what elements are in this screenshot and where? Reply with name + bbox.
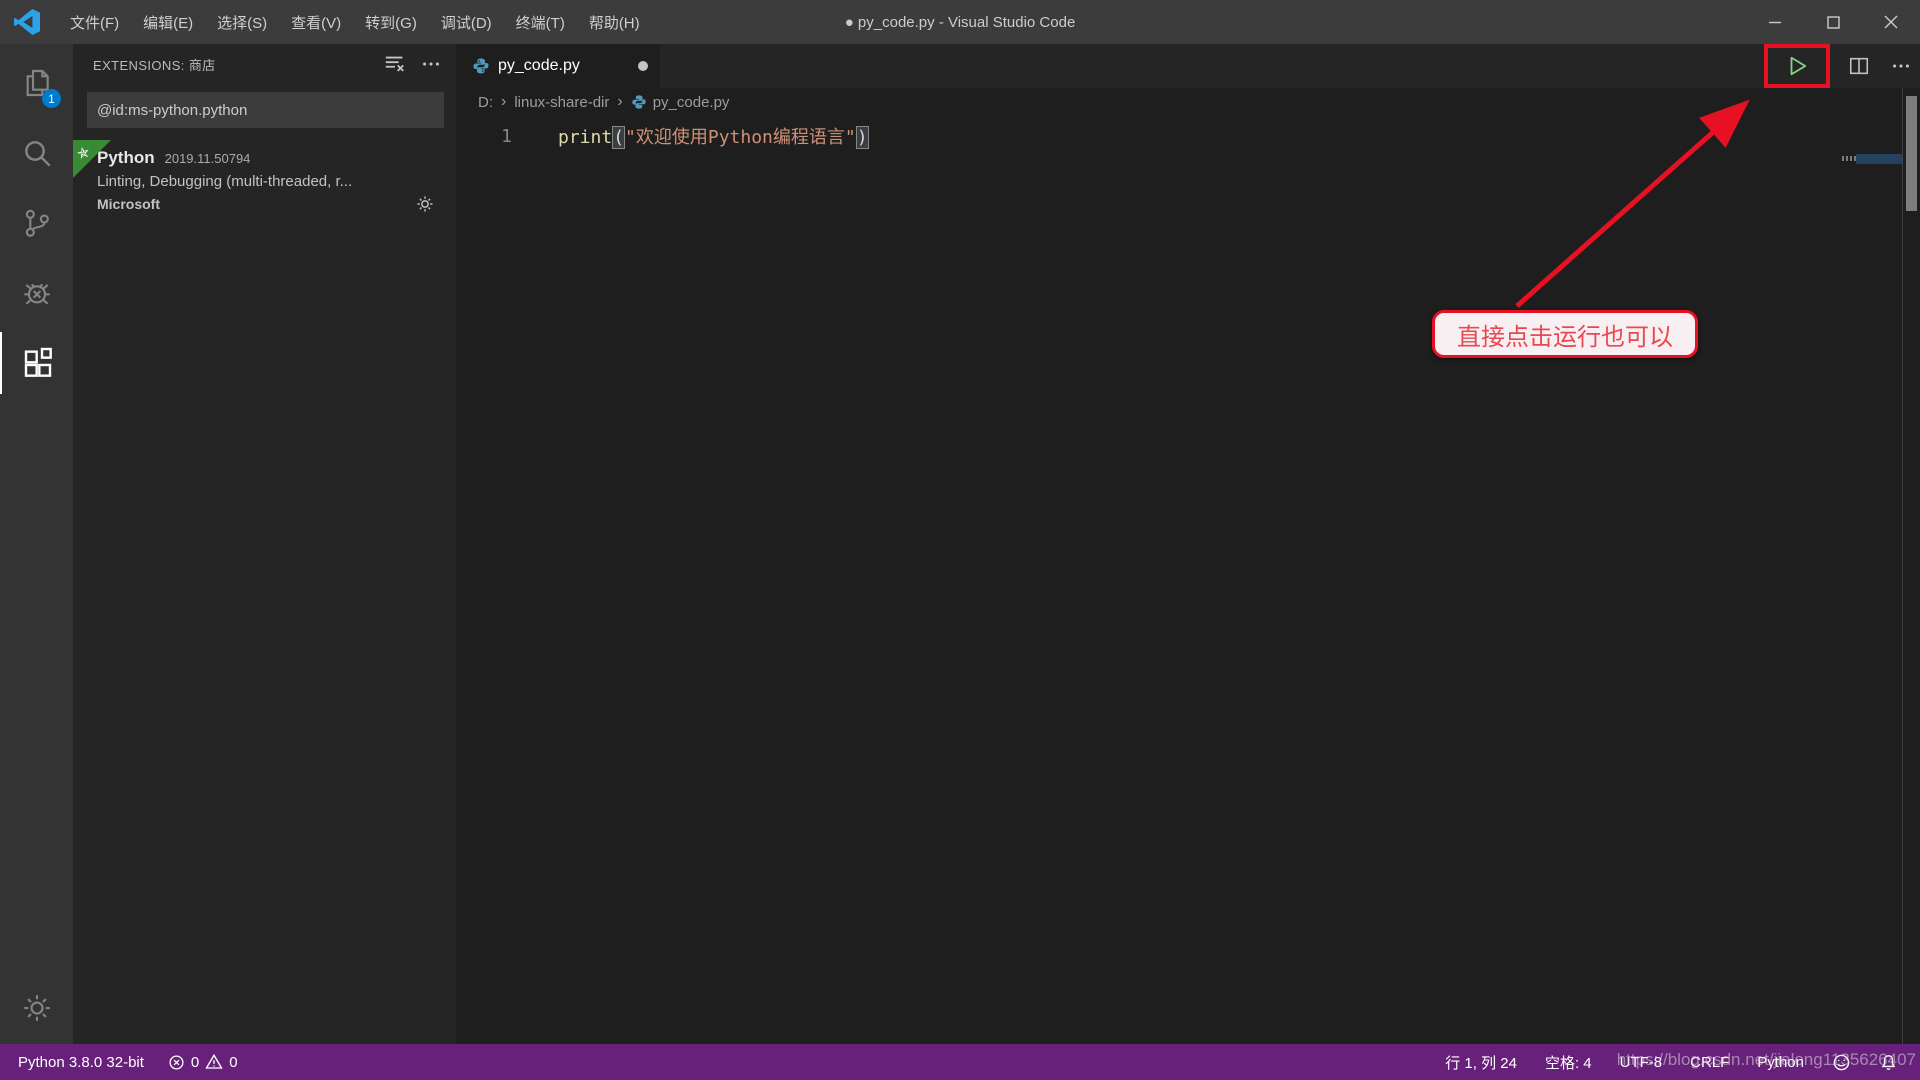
status-cursor-position[interactable]: 行 1, 列 24 (1445, 1052, 1517, 1073)
window-controls (1746, 0, 1920, 44)
warning-count: 0 (229, 1054, 237, 1071)
annotation-text: 直接点击运行也可以 (1457, 317, 1673, 352)
extension-manage-button[interactable] (416, 195, 434, 213)
menu-help[interactable]: 帮助(H) (577, 0, 652, 44)
close-icon (1884, 15, 1898, 29)
status-language-mode[interactable]: Python (1757, 1054, 1804, 1071)
annotation-run-highlight-box (1764, 44, 1830, 88)
manage-gear-icon (416, 195, 434, 213)
maximize-button[interactable] (1804, 0, 1862, 44)
activity-bar: 1 (0, 44, 73, 1044)
status-encoding[interactable]: UTF-8 (1620, 1054, 1663, 1071)
clear-extensions-filter-button[interactable] (384, 53, 406, 75)
code-line-1: 1 print("欢迎使用Python编程语言") (456, 122, 1840, 150)
editor-scrollbar[interactable] (1903, 88, 1920, 1044)
minimap-current-line (1856, 154, 1902, 164)
window-title: ● py_code.py - Visual Studio Code (845, 0, 1076, 44)
annotation-callout: 直接点击运行也可以 (1432, 310, 1698, 358)
error-icon (168, 1054, 185, 1071)
close-button[interactable] (1862, 0, 1920, 44)
menu-file[interactable]: 文件(F) (58, 0, 131, 44)
breadcrumb: D: › linux-share-dir › py_code.py (456, 88, 1920, 116)
menu-edit[interactable]: 编辑(E) (131, 0, 205, 44)
minimize-icon (1768, 15, 1782, 29)
token-close-paren: ) (856, 126, 869, 149)
title-bar: 文件(F) 编辑(E) 选择(S) 查看(V) 转到(G) 调试(D) 终端(T… (0, 0, 1920, 44)
feedback-smiley-button[interactable] (1832, 1053, 1851, 1072)
activitybar-explorer[interactable]: 1 (0, 52, 73, 114)
status-indentation[interactable]: 空格: 4 (1545, 1052, 1592, 1073)
python-file-icon (631, 94, 647, 110)
extensions-search (87, 92, 444, 128)
tab-label: py_code.py (498, 57, 638, 75)
search-icon (21, 137, 53, 169)
split-editor-button[interactable] (1848, 55, 1870, 77)
extension-publisher: Microsoft (97, 196, 416, 212)
activitybar-extensions[interactable] (0, 332, 73, 394)
extensions-icon (22, 347, 54, 379)
menu-debug[interactable]: 调试(D) (429, 0, 504, 44)
breadcrumb-drive[interactable]: D: (478, 94, 493, 111)
vscode-window: 文件(F) 编辑(E) 选择(S) 查看(V) 转到(G) 调试(D) 终端(T… (0, 0, 1920, 1080)
extension-list-item-python[interactable]: ✯ Python 2019.11.50794 Linting, Debuggin… (73, 138, 456, 223)
notifications-bell-button[interactable] (1879, 1053, 1898, 1072)
menu-terminal[interactable]: 终端(T) (504, 0, 577, 44)
more-actions-button[interactable] (1890, 55, 1912, 77)
activitybar-debug[interactable] (0, 262, 73, 324)
editor-group: py_code.py (456, 44, 1920, 1044)
menu-go[interactable]: 转到(G) (353, 0, 429, 44)
source-control-icon (21, 207, 53, 239)
menu-selection[interactable]: 选择(S) (205, 0, 279, 44)
python-file-icon (472, 57, 490, 75)
menu-bar: 文件(F) 编辑(E) 选择(S) 查看(V) 转到(G) 调试(D) 终端(T… (58, 0, 652, 44)
vscode-logo-icon (14, 9, 40, 35)
token-print: print (558, 127, 612, 148)
code-text: print("欢迎使用Python编程语言") (526, 123, 869, 149)
run-python-file-button[interactable] (1766, 46, 1828, 86)
activitybar-settings[interactable] (0, 978, 73, 1038)
minimap[interactable] (1842, 116, 1902, 1044)
extensions-sidebar: EXTENSIONS: 商店 (73, 44, 456, 1044)
scrollbar-thumb[interactable] (1906, 96, 1917, 211)
status-problems[interactable]: 0 0 (168, 1053, 238, 1071)
modified-dot-icon[interactable] (638, 61, 648, 71)
extension-description: Linting, Debugging (multi-threaded, r... (97, 173, 427, 190)
status-python-interpreter[interactable]: Python 3.8.0 32-bit (18, 1054, 144, 1071)
sidebar-more-actions-button[interactable] (420, 53, 442, 75)
maximize-icon (1827, 16, 1840, 29)
explorer-badge: 1 (42, 89, 61, 108)
bell-icon (1879, 1053, 1898, 1072)
clear-filter-icon (384, 53, 406, 75)
debug-icon (21, 277, 53, 309)
tab-py-code[interactable]: py_code.py (456, 44, 660, 88)
token-string: "欢迎使用Python编程语言" (625, 127, 856, 148)
ellipsis-icon (1890, 55, 1912, 77)
activitybar-source-control[interactable] (0, 192, 73, 254)
breadcrumb-folder[interactable]: linux-share-dir (514, 94, 609, 111)
extensions-search-input[interactable] (87, 92, 444, 128)
sidebar-header: EXTENSIONS: 商店 (73, 44, 456, 84)
chevron-right-icon: › (501, 93, 506, 111)
gear-icon (22, 993, 52, 1023)
code-editor[interactable]: 1 print("欢迎使用Python编程语言") (456, 116, 1840, 1044)
status-bar: Python 3.8.0 32-bit 0 0 行 1, 列 24 空格: 4 (0, 1044, 1920, 1080)
breadcrumb-file[interactable]: py_code.py (653, 94, 730, 111)
token-open-paren: ( (612, 126, 625, 149)
error-count: 0 (191, 1054, 199, 1071)
menu-view[interactable]: 查看(V) (279, 0, 353, 44)
chevron-right-icon: › (617, 93, 622, 111)
warning-icon (205, 1053, 223, 1071)
editor-actions (1766, 44, 1912, 88)
ellipsis-icon (420, 53, 442, 75)
smiley-icon (1832, 1053, 1851, 1072)
activitybar-search[interactable] (0, 122, 73, 184)
status-eol[interactable]: CRLF (1690, 1054, 1729, 1071)
minimize-button[interactable] (1746, 0, 1804, 44)
split-editor-icon (1848, 55, 1870, 77)
line-number: 1 (456, 126, 526, 147)
tab-bar: py_code.py (456, 44, 1920, 88)
sidebar-title: EXTENSIONS: 商店 (93, 55, 370, 74)
extension-version: 2019.11.50794 (165, 151, 251, 166)
